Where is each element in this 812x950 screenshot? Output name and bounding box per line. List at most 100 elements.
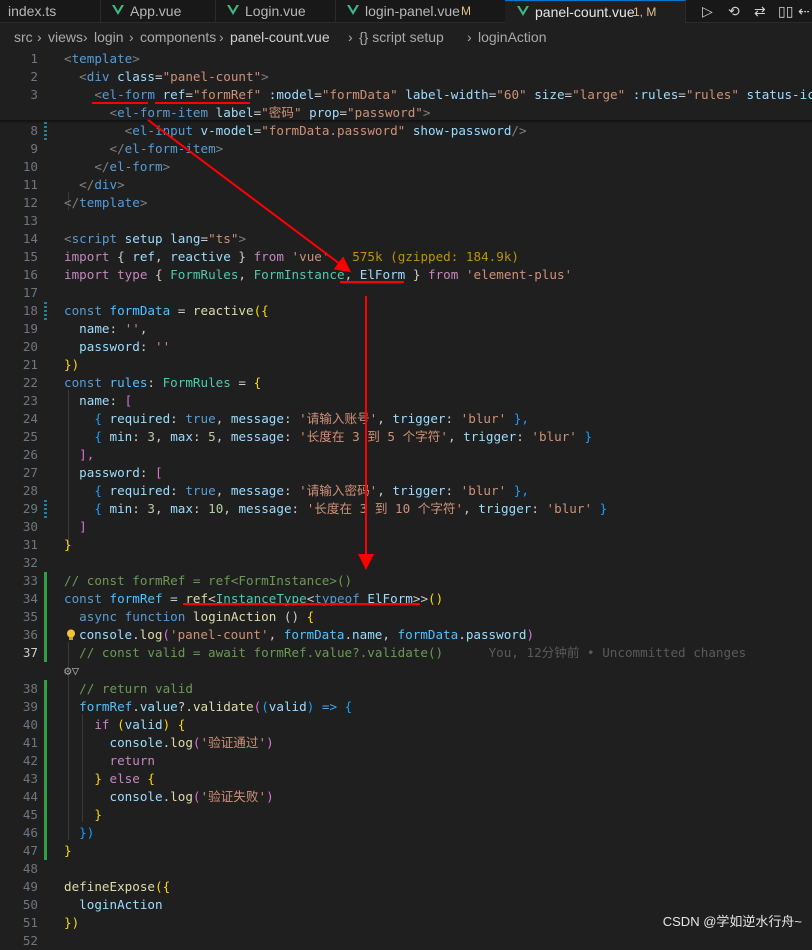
code-token: { <box>147 267 171 282</box>
code-text: import { ref, reactive } from 'vue' 575k… <box>64 248 519 266</box>
git-modified-marker[interactable] <box>44 122 47 140</box>
code-line[interactable]: 2 <div class="panel-count"> <box>0 68 812 86</box>
compare-changes-icon[interactable]: ⇄ <box>754 3 766 19</box>
split-editor-icon[interactable]: ▯▯ <box>778 3 793 19</box>
code-line[interactable]: 30 ] <box>0 518 812 536</box>
inline-chat-codelens[interactable]: ⚙▽ <box>64 662 79 680</box>
tab-index-ts[interactable]: index.ts <box>0 0 101 22</box>
tab-panel-count-vue[interactable]: panel-count.vue 1, M <box>505 0 686 23</box>
code-text: password: '' <box>64 338 170 356</box>
code-line[interactable]: 17 <box>0 284 812 302</box>
code-token: formData <box>101 303 171 318</box>
git-modified-marker[interactable] <box>44 302 47 320</box>
code-line[interactable]: 13 <box>0 212 812 230</box>
git-added-marker[interactable] <box>44 698 47 716</box>
code-line[interactable]: 48 <box>0 860 812 878</box>
code-line[interactable]: 41 console.log('验证通过') <box>0 734 812 752</box>
breadcrumb-file[interactable]: panel-count.vue <box>230 24 330 50</box>
modified-indicator: 1, M <box>633 5 657 19</box>
code-line[interactable]: 22 const rules: FormRules = { <box>0 374 812 392</box>
code-line[interactable]: 44 console.log('验证失败') <box>0 788 812 806</box>
code-token: 5 <box>208 429 216 444</box>
breadcrumb-method[interactable]: loginAction <box>478 24 547 50</box>
run-icon[interactable]: ▷ <box>702 3 713 19</box>
git-added-marker[interactable] <box>44 788 47 806</box>
code-token: ] <box>64 519 87 534</box>
code-line[interactable]: 45 } <box>0 806 812 824</box>
code-line[interactable]: 34 const formRef = ref<InstanceType<typeo… <box>0 590 812 608</box>
git-added-marker[interactable] <box>44 608 47 626</box>
git-added-marker[interactable] <box>44 590 47 608</box>
code-line[interactable]: 46 }) <box>0 824 812 842</box>
git-added-marker[interactable] <box>44 680 47 698</box>
code-line[interactable]: 49 defineExpose({ <box>0 878 812 896</box>
breadcrumb-folder[interactable]: components <box>140 24 216 50</box>
code-line[interactable]: <el-form-item label="密码" prop="password"… <box>0 104 812 122</box>
code-line[interactable]: 39 formRef.value?.validate((valid) => { <box>0 698 812 716</box>
code-line[interactable]: 26 ], <box>0 446 812 464</box>
line-number: 3 <box>30 87 38 102</box>
code-line[interactable]: 14 <script setup lang="ts"> <box>0 230 812 248</box>
code-line[interactable]: 15 import { ref, reactive } from 'vue' 57… <box>0 248 812 266</box>
code-line[interactable]: 31} <box>0 536 812 554</box>
code-line[interactable]: 29 { min: 3, max: 10, message: '长度在 3 到 … <box>0 500 812 518</box>
breadcrumb-symbol[interactable]: {} script setup <box>359 24 444 50</box>
code-line[interactable]: 37 // const valid = await formRef.value?… <box>0 644 812 662</box>
git-added-marker[interactable] <box>44 770 47 788</box>
code-line[interactable]: 19 name: '', <box>0 320 812 338</box>
code-line[interactable]: 42 return <box>0 752 812 770</box>
git-added-marker[interactable] <box>44 842 47 860</box>
code-line[interactable]: 12 </template> <box>0 194 812 212</box>
code-line[interactable]: 25 { min: 3, max: 5, message: '长度在 3 到 5… <box>0 428 812 446</box>
code-editor[interactable]: 1 <template> 2 <div class="panel-count"> 3 … <box>0 48 812 948</box>
code-token: ( <box>192 789 201 804</box>
git-added-marker[interactable] <box>44 806 47 824</box>
line-number: 43 <box>22 771 38 786</box>
code-line[interactable]: 10 </el-form> <box>0 158 812 176</box>
code-line[interactable]: 36 console.log('panel-count', formData.na… <box>0 626 812 644</box>
line-number: 22 <box>22 375 38 390</box>
code-token: ) <box>266 789 274 804</box>
code-line[interactable]: 38 // return valid <box>0 680 812 698</box>
code-line[interactable]: 18 const formData = reactive({ <box>0 302 812 320</box>
code-line[interactable]: 35 async function loginAction () { <box>0 608 812 626</box>
code-line[interactable]: 24 { required: true, message: '请输入账号', t… <box>0 410 812 428</box>
timeline-icon[interactable]: ⟲ <box>728 3 740 19</box>
git-added-marker[interactable] <box>44 572 47 590</box>
go-back-icon[interactable]: ⇠ <box>798 3 810 19</box>
code-token: '验证通过' <box>200 735 267 750</box>
breadcrumb-folder[interactable]: src <box>14 24 33 50</box>
code-line[interactable]: 43 } else { <box>0 770 812 788</box>
code-line[interactable]: 47} <box>0 842 812 860</box>
code-line[interactable]: 11 </div> <box>0 176 812 194</box>
code-text: </template> <box>64 194 147 212</box>
breadcrumb-folder[interactable]: views <box>48 24 83 50</box>
code-line[interactable]: 32 <box>0 554 812 572</box>
code-line[interactable]: 9 </el-form-item> <box>0 140 812 158</box>
code-line[interactable]: 23 name: [ <box>0 392 812 410</box>
code-line[interactable]: 16 import type { FormRules, FormInstance,… <box>0 266 812 284</box>
git-added-marker[interactable] <box>44 734 47 752</box>
code-line[interactable]: 21}) <box>0 356 812 374</box>
code-line[interactable]: 1 <template> <box>0 50 812 68</box>
git-added-marker[interactable] <box>44 752 47 770</box>
code-token: '长度在 3 到 5 个字符' <box>299 429 448 444</box>
lightbulb-icon[interactable] <box>66 629 76 641</box>
git-added-marker[interactable] <box>44 644 47 662</box>
code-line[interactable]: 40 if (valid) { <box>0 716 812 734</box>
code-line[interactable]: 3 <el-form ref="formRef" :model="formDat… <box>0 86 812 104</box>
tab-Login-vue[interactable]: Login.vue <box>215 0 336 22</box>
breadcrumb-folder[interactable]: login <box>94 24 124 50</box>
code-line[interactable]: 27 password: [ <box>0 464 812 482</box>
git-added-marker[interactable] <box>44 626 47 644</box>
code-line[interactable]: 20 password: '' <box>0 338 812 356</box>
code-line[interactable]: 8 <el-input v-model="formData.password" … <box>0 122 812 140</box>
git-added-marker[interactable] <box>44 824 47 842</box>
code-line[interactable]: 28 { required: true, message: '请输入密码', t… <box>0 482 812 500</box>
code-line[interactable]: 52 <box>0 932 812 950</box>
git-added-marker[interactable] <box>44 716 47 734</box>
tab-App-vue[interactable]: App.vue <box>100 0 216 22</box>
git-modified-marker[interactable] <box>44 500 47 518</box>
code-line[interactable]: 33 // const formRef = ref<FormInstance>() <box>0 572 812 590</box>
tab-login-panel-vue[interactable]: login-panel.vue M <box>335 0 506 22</box>
